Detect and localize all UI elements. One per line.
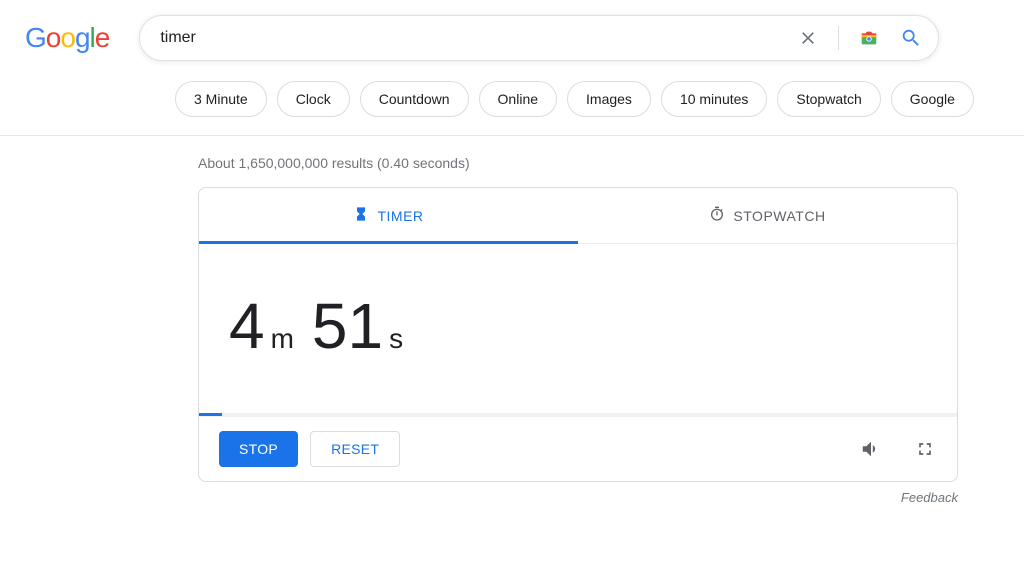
time-display: 4 m 51 s: [229, 289, 927, 363]
chip[interactable]: Google: [891, 81, 974, 117]
search-bar-icons: [796, 26, 923, 50]
chip[interactable]: Online: [479, 81, 557, 117]
related-chips: 3 Minute Clock Countdown Online Images 1…: [0, 71, 1024, 135]
progress-bar: [199, 413, 957, 416]
search-icon[interactable]: [899, 26, 923, 50]
search-input[interactable]: [160, 29, 796, 47]
feedback-link[interactable]: Feedback: [198, 490, 958, 505]
stop-button[interactable]: STOP: [219, 431, 298, 467]
volume-icon[interactable]: [859, 437, 883, 461]
progress-fill: [199, 413, 222, 416]
chip[interactable]: 3 Minute: [175, 81, 267, 117]
timer-body[interactable]: 4 m 51 s: [199, 244, 957, 413]
seconds-label: s: [389, 323, 403, 355]
chip[interactable]: Clock: [277, 81, 350, 117]
minutes-value: 4: [229, 289, 265, 363]
reset-button[interactable]: RESET: [310, 431, 400, 467]
chip[interactable]: Countdown: [360, 81, 469, 117]
result-stats: About 1,650,000,000 results (0.40 second…: [198, 155, 960, 171]
stopwatch-icon: [709, 206, 725, 225]
results-area: About 1,650,000,000 results (0.40 second…: [0, 136, 960, 505]
clear-icon[interactable]: [796, 26, 820, 50]
tabs: TIMER STOPWATCH: [199, 188, 957, 244]
image-search-icon[interactable]: [857, 26, 881, 50]
chip[interactable]: 10 minutes: [661, 81, 767, 117]
fullscreen-icon[interactable]: [913, 437, 937, 461]
header: Google: [0, 0, 1024, 71]
chip[interactable]: Images: [567, 81, 651, 117]
hourglass-icon: [353, 206, 369, 225]
google-logo[interactable]: Google: [25, 22, 109, 54]
tab-stopwatch[interactable]: STOPWATCH: [578, 188, 957, 243]
minutes-label: m: [271, 323, 294, 355]
search-bar[interactable]: [139, 15, 939, 61]
chip[interactable]: Stopwatch: [777, 81, 880, 117]
controls: STOP RESET: [199, 416, 957, 481]
tab-stopwatch-label: STOPWATCH: [733, 208, 825, 224]
separator: [838, 26, 839, 50]
seconds-value: 51: [312, 289, 383, 363]
tab-timer-label: TIMER: [377, 208, 423, 224]
timer-card: TIMER STOPWATCH 4 m 51 s STOP RESET: [198, 187, 958, 482]
tab-timer[interactable]: TIMER: [199, 188, 578, 243]
